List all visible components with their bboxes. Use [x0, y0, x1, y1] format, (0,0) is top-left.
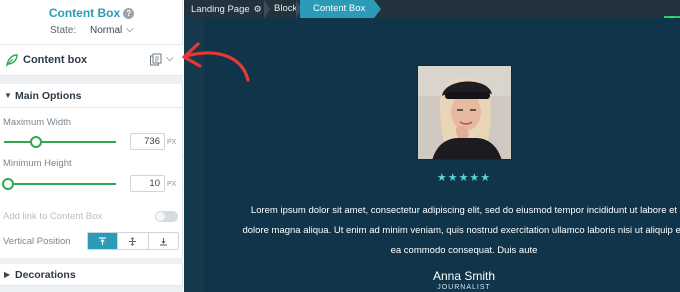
align-bottom-button[interactable]	[149, 233, 178, 249]
max-width-unit[interactable]: PX	[167, 139, 176, 146]
breadcrumb-item-block[interactable]: Block	[274, 0, 297, 18]
annotation-arrow	[182, 42, 250, 82]
breadcrumb-item-content-box[interactable]: Content Box	[300, 0, 382, 18]
state-select[interactable]: Normal	[90, 25, 122, 36]
author-name[interactable]: Anna Smith	[364, 269, 564, 283]
testimonial-line: Lorem ipsum dolor sit amet, consectetur …	[250, 205, 678, 216]
element-selector[interactable]: Content box ⌵	[0, 44, 183, 76]
align-top-icon	[99, 236, 107, 245]
align-bottom-icon	[159, 237, 167, 246]
caret-down-icon: ▼	[4, 91, 12, 100]
options-panel: Content Box? State: Normal ⌵ Content box…	[0, 0, 183, 292]
element-name: Content box	[23, 54, 88, 66]
decorations-header[interactable]: ▶ Decorations	[0, 264, 183, 286]
content-box[interactable]: ★★★★★ Lorem ipsum dolor sit amet, consec…	[204, 18, 680, 292]
breadcrumb-item-landing-page[interactable]: Landing Page ⚙	[191, 0, 262, 18]
main-options-header[interactable]: ▼ Main Options	[0, 84, 183, 108]
min-height-input[interactable]: 10	[130, 175, 165, 192]
min-height-label: Minimum Height	[3, 158, 72, 169]
breadcrumb: Landing Page ⚙ Block Content Box	[184, 0, 680, 18]
min-height-slider-track[interactable]	[4, 183, 116, 185]
add-link-toggle[interactable]	[155, 211, 178, 222]
align-middle-icon	[129, 236, 137, 246]
author-role[interactable]: JOURNALIST	[364, 284, 564, 291]
testimonial-text[interactable]: Lorem ipsum dolor sit amet, consectetur …	[232, 201, 680, 261]
section-divider	[0, 286, 183, 292]
align-middle-button[interactable]	[118, 233, 149, 249]
section-divider	[0, 76, 183, 84]
breadcrumb-label: Landing Page	[191, 4, 250, 15]
editor-canvas: Landing Page⚙ Block Content Box +	[184, 0, 680, 292]
vertical-position-label: Vertical Position	[3, 236, 71, 247]
breadcrumb-separator	[264, 0, 270, 18]
max-width-label: Maximum Width	[3, 117, 72, 128]
gear-icon[interactable]: ⚙	[254, 4, 262, 14]
align-top-button[interactable]	[88, 233, 119, 249]
leaf-icon	[5, 53, 19, 72]
min-height-unit[interactable]: PX	[167, 181, 176, 188]
vertical-position-group	[87, 232, 179, 250]
max-width-slider-handle[interactable]	[30, 136, 42, 148]
avatar-photo[interactable]	[417, 65, 512, 160]
panel-title: Content Box?	[0, 6, 183, 20]
rating-stars: ★★★★★	[436, 172, 492, 184]
testimonial-line: ea commodo consequat. Duis aute	[390, 245, 538, 256]
decorations-title: Decorations	[15, 269, 76, 281]
help-icon[interactable]: ?	[123, 8, 135, 19]
caret-right-icon: ▶	[4, 270, 11, 279]
state-label: State:	[50, 25, 77, 36]
min-height-slider-handle[interactable]	[2, 178, 14, 190]
panel-title-text: Content Box	[48, 6, 121, 20]
chevron-down-icon[interactable]: ⌵	[126, 24, 134, 35]
copy-settings-icon[interactable]	[149, 53, 162, 71]
max-width-input[interactable]: 736	[130, 133, 165, 150]
max-width-slider-track[interactable]	[4, 141, 116, 143]
main-options-title: Main Options	[15, 90, 82, 102]
add-link-label: Add link to Content Box	[3, 211, 103, 222]
testimonial-line: dolore magna aliqua. Ut enim ad minim ve…	[242, 225, 680, 236]
